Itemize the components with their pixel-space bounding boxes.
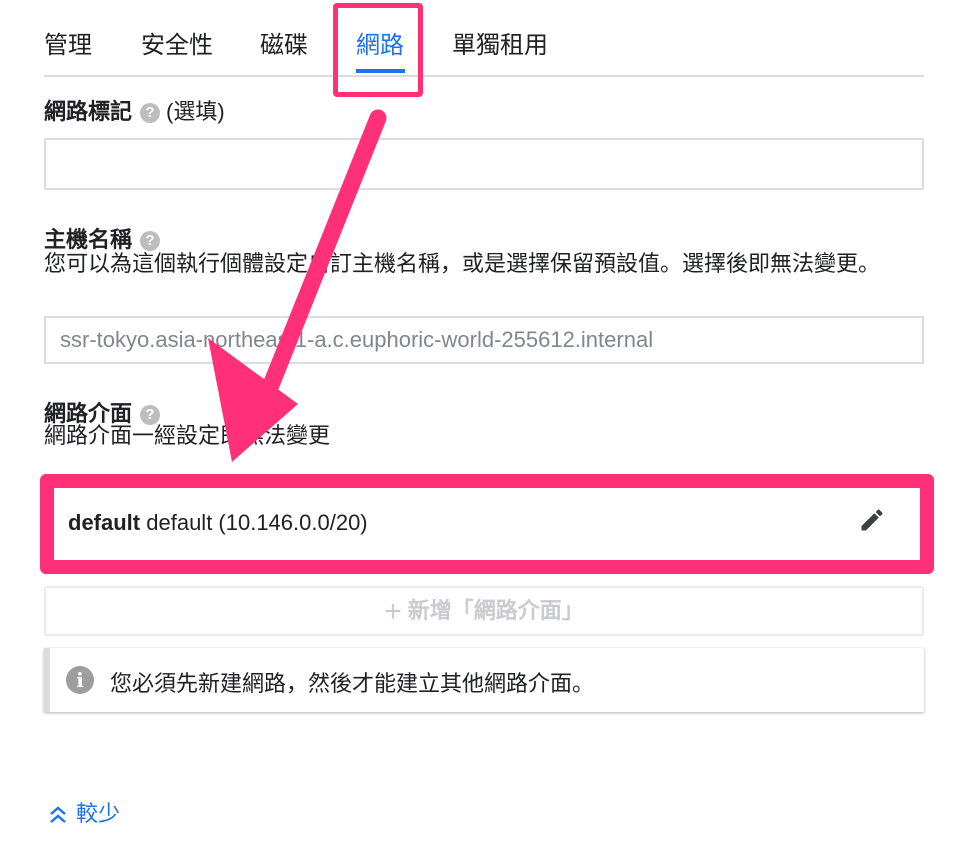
show-less-label: 較少 <box>76 801 121 826</box>
network-tags-label-row: 網路標記? (選填) <box>44 94 225 126</box>
network-interfaces-description: 網路介面一經設定即無法變更 <box>44 423 331 448</box>
info-banner-text: 您必須先新建網路，然後才能建立其他網路介面。 <box>110 671 595 696</box>
tab-management[interactable]: 管理 <box>44 25 92 60</box>
plus-icon: + <box>384 595 402 628</box>
tab-security[interactable]: 安全性 <box>141 25 213 60</box>
add-network-interface-label: 新增「網路介面」 <box>407 598 584 623</box>
tab-bar: 管理 安全性 磁碟 網路 單獨租用 <box>44 0 924 77</box>
network-interface-row[interactable]: default default (10.146.0.0/20) <box>40 474 934 574</box>
add-network-interface-button[interactable]: + 新增「網路介面」 <box>44 586 924 636</box>
pencil-icon[interactable] <box>858 506 886 534</box>
info-banner: i 您必須先新建網路，然後才能建立其他網路介面。 <box>44 648 924 712</box>
network-tags-input[interactable] <box>44 138 924 190</box>
tab-sole-tenancy[interactable]: 單獨租用 <box>452 25 548 60</box>
hostname-description: 您可以為這個執行個體設定自訂主機名稱，或是選擇保留預設值。選擇後即無法變更。 <box>44 251 881 276</box>
tab-highlight-box <box>333 3 423 97</box>
optional-text: (選填) <box>166 99 225 124</box>
network-tags-label: 網路標記 <box>44 99 133 124</box>
info-icon: i <box>66 666 94 694</box>
hostname-input[interactable] <box>44 316 924 364</box>
network-interface-detail: default (10.146.0.0/20) <box>146 510 368 535</box>
show-less-link[interactable]: 較少 <box>48 796 120 828</box>
network-interface-name: default <box>68 510 141 535</box>
network-interface-text: default default (10.146.0.0/20) <box>68 510 368 536</box>
tab-disks[interactable]: 磁碟 <box>260 25 308 60</box>
double-chevron-up-icon <box>50 806 66 824</box>
help-icon[interactable]: ? <box>140 103 161 124</box>
